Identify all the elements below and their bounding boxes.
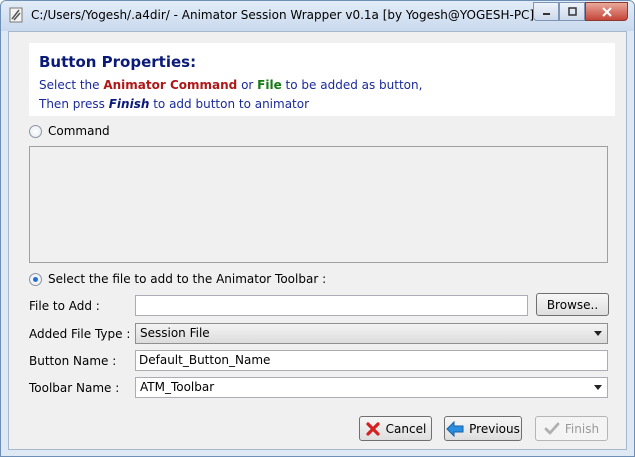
instruction-command-highlight: Animator Command — [103, 78, 238, 92]
file-to-add-label: File to Add : — [29, 299, 100, 313]
close-icon — [601, 6, 612, 17]
file-radio-label: Select the file to add to the Animator T… — [48, 272, 327, 286]
cancel-button-label: Cancel — [385, 421, 427, 436]
toolbar-name-combo[interactable]: ATM_Toolbar — [135, 377, 608, 398]
app-window: C:/Users/Yogesh/.a4dir/ - Animator Sessi… — [0, 0, 635, 457]
file-type-select[interactable]: Session File — [135, 323, 608, 344]
finish-button-label: Finish — [564, 421, 600, 436]
instruction-text: to be added as button, — [281, 78, 423, 92]
client-area: Button Properties: Select the Animator C… — [8, 31, 627, 450]
command-radio-label: Command — [48, 124, 110, 138]
command-radio[interactable] — [29, 124, 42, 138]
title-bar[interactable]: C:/Users/Yogesh/.a4dir/ - Animator Sessi… — [1, 1, 634, 31]
browse-button-label: Browse.. — [546, 297, 599, 312]
file-option[interactable]: Select the file to add to the Animator T… — [29, 272, 326, 286]
previous-button-label: Previous — [469, 421, 520, 436]
app-icon — [9, 7, 23, 23]
page-title: Button Properties: — [39, 53, 197, 71]
instruction-file-highlight: File — [257, 78, 282, 92]
button-name-label: Button Name : — [29, 354, 117, 368]
browse-button[interactable]: Browse.. — [536, 293, 609, 316]
command-option[interactable]: Command — [29, 124, 110, 138]
window-controls — [533, 2, 628, 21]
toolbar-name-value: ATM_Toolbar — [140, 380, 215, 394]
instruction-text: or — [237, 78, 258, 92]
cancel-icon — [366, 421, 380, 436]
close-button[interactable] — [585, 2, 628, 21]
cancel-button[interactable]: Cancel — [359, 416, 432, 441]
maximize-button[interactable] — [559, 2, 585, 21]
instruction-line-2: Then press Finish to add button to anima… — [39, 97, 309, 111]
chevron-down-icon — [594, 385, 602, 390]
window-title: C:/Users/Yogesh/.a4dir/ - Animator Sessi… — [31, 8, 535, 22]
finish-button[interactable]: Finish — [535, 416, 608, 441]
minimize-button[interactable] — [533, 2, 559, 21]
command-list[interactable] — [29, 146, 608, 263]
instruction-text: Select the — [39, 78, 104, 92]
file-radio[interactable] — [29, 272, 42, 286]
file-to-add-input[interactable] — [135, 295, 528, 316]
instruction-line-1: Select the Animator Command or File to b… — [39, 78, 422, 92]
checkmark-icon — [544, 422, 560, 434]
instruction-text: Then press — [39, 97, 109, 111]
instruction-text: to add button to animator — [149, 97, 310, 111]
header-panel: Button Properties: Select the Animator C… — [29, 43, 615, 116]
file-type-label: Added File Type : — [29, 327, 131, 341]
minimize-icon — [542, 13, 550, 15]
toolbar-name-label: Toolbar Name : — [29, 381, 120, 395]
button-name-input[interactable]: Default_Button_Name — [135, 350, 608, 371]
arrow-left-icon — [446, 420, 464, 437]
previous-button[interactable]: Previous — [444, 416, 522, 441]
file-type-value: Session File — [140, 326, 210, 340]
maximize-icon — [567, 7, 577, 16]
chevron-down-icon — [594, 331, 602, 336]
instruction-finish-highlight: Finish — [108, 97, 150, 111]
